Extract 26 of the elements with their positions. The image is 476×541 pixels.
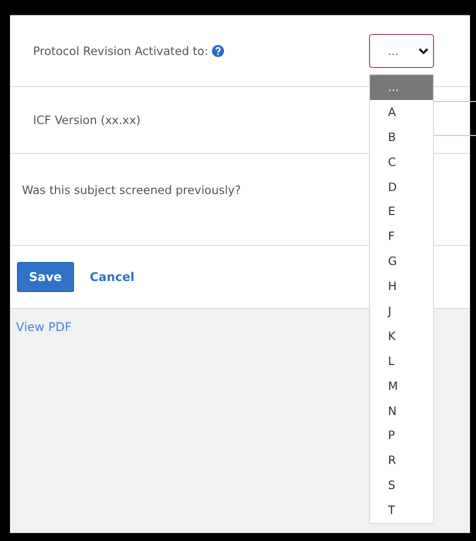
save-button[interactable]: Save xyxy=(17,262,74,292)
dropdown-option[interactable]: B xyxy=(370,124,433,150)
field-label: Was this subject screened previously? xyxy=(22,183,241,197)
dropdown-option[interactable]: ... xyxy=(370,75,433,100)
dropdown-option[interactable]: R xyxy=(370,448,433,474)
dropdown-option[interactable]: P xyxy=(370,423,433,448)
dropdown-option[interactable]: H xyxy=(370,274,433,300)
dropdown-option[interactable]: E xyxy=(370,199,433,224)
dropdown-option[interactable]: F xyxy=(370,224,433,250)
dropdown-option[interactable]: J xyxy=(370,299,433,324)
dropdown-option[interactable]: A xyxy=(370,100,433,125)
field-label: Protocol Revision Activated to: xyxy=(33,44,208,58)
dropdown-option[interactable]: L xyxy=(370,348,433,374)
dropdown-option[interactable]: S xyxy=(370,473,433,498)
caret-icon xyxy=(418,48,429,54)
help-icon[interactable] xyxy=(212,45,224,57)
dropdown-option[interactable]: N xyxy=(370,398,433,424)
field-label: ICF Version (xx.xx) xyxy=(33,113,140,127)
cancel-link[interactable]: Cancel xyxy=(90,270,135,284)
dropdown-option[interactable]: K xyxy=(370,324,433,349)
dropdown-option[interactable]: G xyxy=(370,249,433,274)
revision-select[interactable]: ... xyxy=(369,34,434,68)
dropdown-option[interactable]: C xyxy=(370,150,433,175)
dropdown-option[interactable]: M xyxy=(370,374,433,399)
dropdown-option[interactable]: T xyxy=(370,498,433,524)
dropdown-option[interactable]: D xyxy=(370,174,433,200)
